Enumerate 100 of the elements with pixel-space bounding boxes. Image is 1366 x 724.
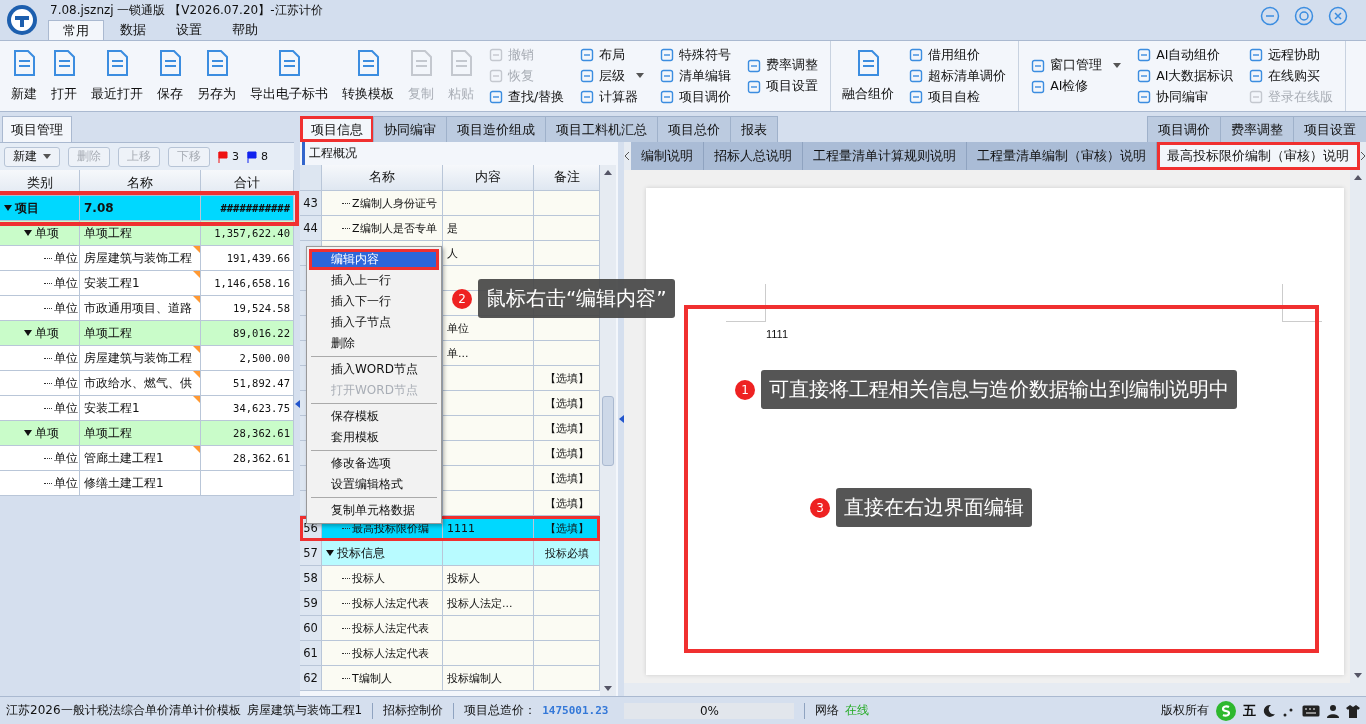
menu-tab[interactable]: 数据 bbox=[106, 20, 160, 40]
scroll-down-icon[interactable] bbox=[604, 686, 612, 692]
tab[interactable]: 项目工料机汇总 bbox=[545, 116, 658, 142]
corner-mark-icon bbox=[193, 396, 200, 403]
tool-icon bbox=[660, 90, 675, 104]
row-number: 59 bbox=[300, 591, 322, 615]
scrollbar[interactable] bbox=[1350, 170, 1366, 683]
row-name: 投标人 bbox=[352, 570, 385, 586]
expand-arrow-icon[interactable] bbox=[24, 429, 32, 437]
table-cell: 房屋建筑与装饰工程 bbox=[80, 346, 201, 370]
tab[interactable]: 协同编审 bbox=[373, 116, 447, 142]
toolbar-button[interactable]: 计算器 bbox=[578, 86, 647, 108]
toolbar-button[interactable]: 清单编辑 bbox=[658, 65, 734, 87]
toolbar-button[interactable]: 特殊符号 bbox=[658, 44, 734, 66]
expand-arrow-icon[interactable] bbox=[24, 329, 32, 337]
toolbar-button[interactable]: AI自动组价 bbox=[1135, 44, 1236, 66]
scrollbar-thumb[interactable] bbox=[602, 395, 614, 466]
toolbar-button[interactable]: 窗口管理 bbox=[1029, 55, 1124, 76]
menu-item[interactable]: 修改备选项 bbox=[309, 453, 439, 474]
toolbar-button[interactable]: 项目自检 bbox=[907, 86, 1009, 108]
keyboard-icon[interactable] bbox=[1302, 704, 1320, 717]
expand-arrow-icon[interactable] bbox=[4, 204, 12, 212]
toolbar-button[interactable]: 打开 bbox=[46, 43, 82, 109]
toolbar-button[interactable]: AI检修 bbox=[1029, 76, 1124, 97]
tool-icon bbox=[747, 58, 762, 73]
document-icon bbox=[104, 49, 130, 77]
node-type: 单位 bbox=[54, 249, 78, 267]
collapse-arrow-icon[interactable] bbox=[618, 415, 624, 423]
toolbar-button[interactable]: 保存 bbox=[152, 43, 188, 109]
tab[interactable]: 费率调整 bbox=[1220, 116, 1294, 142]
scroll-right-icon[interactable] bbox=[1359, 151, 1366, 161]
toolbar-button[interactable]: 远程协助 bbox=[1247, 44, 1336, 66]
toolbar-button[interactable]: 查找/替换 bbox=[487, 86, 567, 108]
document-text[interactable]: 1111 bbox=[766, 328, 789, 340]
scroll-left-icon[interactable] bbox=[624, 151, 631, 161]
expand-arrow-icon[interactable] bbox=[326, 549, 334, 557]
menu-item[interactable]: 套用模板 bbox=[309, 427, 439, 448]
toolbar-button[interactable]: 新建 bbox=[6, 43, 42, 109]
menu-tab[interactable]: 常用 bbox=[48, 20, 104, 40]
menu-item[interactable]: 设置编辑格式 bbox=[309, 474, 439, 495]
input-mode-text[interactable]: 五 bbox=[1243, 701, 1256, 720]
status-text: 网络 bbox=[815, 702, 840, 719]
tab[interactable]: 最高投标限价编制（审核）说明 bbox=[1156, 142, 1360, 170]
toolbar-button[interactable]: 转换模板 bbox=[337, 43, 399, 109]
toolbar-button[interactable]: 导出电子标书 bbox=[245, 43, 333, 109]
tab[interactable]: 项目信息 bbox=[300, 116, 374, 142]
tab[interactable]: 项目总价 bbox=[657, 116, 731, 142]
column-header[interactable]: 名称 bbox=[322, 165, 443, 190]
corner-mark-icon bbox=[193, 296, 200, 303]
close-icon[interactable] bbox=[1328, 6, 1348, 26]
toolbar-button[interactable]: 费率调整 bbox=[745, 55, 821, 76]
progress-text: 0% bbox=[699, 703, 719, 718]
scroll-up-icon[interactable] bbox=[604, 169, 612, 175]
tab[interactable]: 项目调价 bbox=[1147, 116, 1221, 142]
menu-item[interactable]: 插入WORD节点 bbox=[309, 359, 439, 380]
scrollbar[interactable] bbox=[624, 683, 1366, 696]
toolbar-button[interactable]: 项目调价 bbox=[658, 86, 734, 108]
menu-item[interactable]: 插入下一行 bbox=[309, 291, 439, 312]
toolbar-button[interactable]: 协同编审 bbox=[1135, 86, 1236, 108]
toolbar-button[interactable]: 布局 bbox=[578, 44, 647, 66]
toolbar-button[interactable]: 融合组价 bbox=[837, 43, 900, 109]
scroll-down-icon[interactable] bbox=[1354, 673, 1362, 679]
toolbar-button[interactable]: 项目设置 bbox=[745, 76, 821, 97]
toolbar-button[interactable]: 层级 bbox=[578, 65, 647, 87]
panel-tab[interactable]: 项目管理 bbox=[2, 116, 72, 142]
status-value: 1475001.23 bbox=[542, 704, 609, 717]
status-value: 在线 bbox=[845, 702, 870, 719]
flag-count: 8 bbox=[261, 150, 268, 163]
tool-icon bbox=[489, 69, 503, 83]
table-cell: 投标人 bbox=[443, 566, 534, 590]
shirt-icon[interactable] bbox=[1346, 703, 1360, 718]
person-icon[interactable] bbox=[1326, 703, 1340, 718]
menu-item[interactable]: 删除 bbox=[309, 333, 439, 354]
toolbar-button[interactable]: 超标清单调价 bbox=[907, 65, 1009, 87]
input-method-icon[interactable] bbox=[1215, 699, 1237, 722]
moon-icon[interactable] bbox=[1262, 703, 1276, 718]
toolbar-button[interactable]: 在线购买 bbox=[1247, 65, 1336, 87]
restore-icon[interactable] bbox=[1294, 6, 1314, 26]
toolbar-button[interactable]: 最近打开 bbox=[86, 43, 148, 109]
callout-tooltip: 可直接将工程相关信息与造价数据输出到编制说明中 bbox=[761, 370, 1237, 409]
tab[interactable]: 项目造价组成 bbox=[446, 116, 546, 142]
minimize-icon[interactable] bbox=[1260, 6, 1280, 26]
menu-item[interactable]: 插入子节点 bbox=[309, 312, 439, 333]
tab[interactable]: 项目设置 bbox=[1293, 116, 1366, 142]
column-header[interactable]: 内容 bbox=[443, 165, 534, 190]
tab[interactable]: 报表 bbox=[730, 116, 778, 142]
toolbar-button[interactable]: 新建 bbox=[4, 146, 60, 167]
scroll-up-icon[interactable] bbox=[1354, 174, 1362, 180]
collapse-arrow-icon[interactable] bbox=[294, 400, 300, 408]
menu-item[interactable]: 编辑内容 bbox=[309, 249, 439, 270]
menu-tab[interactable]: 帮助 bbox=[218, 20, 272, 40]
toolbar-button[interactable]: 另存为 bbox=[192, 43, 241, 109]
toolbar-button[interactable]: 借用组价 bbox=[907, 44, 1009, 66]
menu-item[interactable]: 保存模板 bbox=[309, 406, 439, 427]
document-icon bbox=[855, 49, 882, 77]
menu-tab[interactable]: 设置 bbox=[162, 20, 216, 40]
toolbar-button[interactable]: AI大数据标识 bbox=[1135, 65, 1236, 87]
expand-arrow-icon[interactable] bbox=[24, 229, 32, 237]
node-type: 单位 bbox=[54, 374, 78, 392]
document-icon bbox=[276, 49, 302, 77]
